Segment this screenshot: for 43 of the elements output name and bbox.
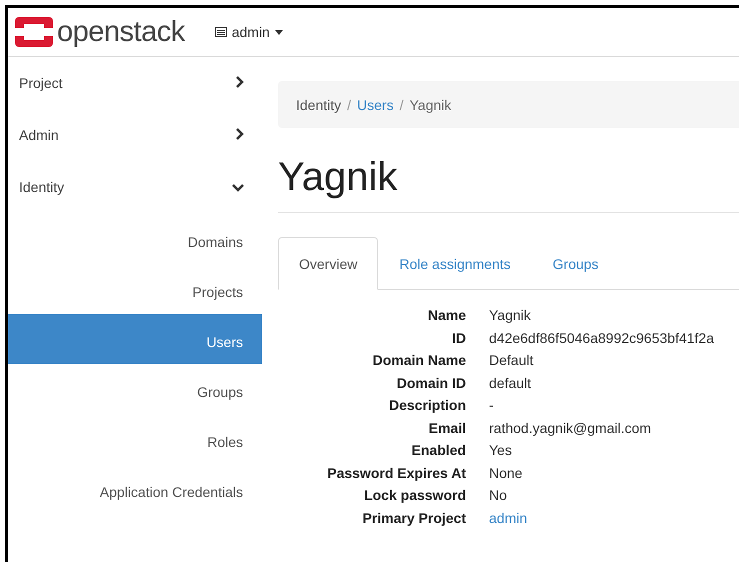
detail-label: Domain Name (372, 352, 466, 368)
breadcrumb-item: Yagnik (409, 96, 452, 112)
tab[interactable]: Groups (532, 237, 620, 290)
detail-value: default (489, 374, 532, 390)
nav-item[interactable]: Users (8, 314, 262, 364)
tab[interactable]: Overview (278, 237, 378, 290)
detail-value: Default (489, 352, 534, 368)
tab[interactable]: Role assignments (378, 237, 532, 290)
page-title: Yagnik (278, 154, 739, 213)
detail-label: Lock password (364, 487, 466, 503)
nav-item[interactable]: Projects (8, 264, 262, 314)
breadcrumb-item: Identity (296, 96, 342, 112)
logo-icon (15, 17, 53, 47)
detail-label: Email (428, 420, 466, 436)
nav-section[interactable]: Project (8, 65, 262, 117)
project-menu[interactable]: admin (214, 24, 283, 40)
detail-label: Domain ID (396, 374, 466, 390)
detail-label: ID (452, 330, 466, 346)
nav-section[interactable]: Identity (8, 169, 262, 214)
detail-value: rathod.yagnik@gmail.com (489, 420, 652, 436)
detail-value: No (489, 487, 507, 503)
detail-label: Description (388, 397, 466, 413)
breadcrumb-separator: / (400, 96, 404, 112)
detail-label: Enabled (412, 442, 466, 458)
nav-section[interactable]: Admin (8, 117, 262, 169)
detail-value: Yes (489, 442, 512, 458)
breadcrumb-separator: / (347, 96, 352, 112)
detail-value: None (489, 464, 522, 480)
breadcrumb-link[interactable]: Users (357, 96, 394, 112)
nav-item[interactable]: Roles (8, 414, 262, 464)
detail-value: d42e6df86f5046a8992c9653bf41f2a (489, 330, 714, 346)
detail-label: Name (428, 307, 466, 323)
detail-value: Yagnik (489, 307, 531, 323)
detail-value: - (489, 397, 494, 413)
nav-item[interactable]: Groups (8, 364, 262, 414)
caret-icon (274, 30, 283, 34)
nav-item[interactable]: Domains (8, 214, 262, 264)
detail-link[interactable]: admin (489, 510, 528, 526)
detail-label: Primary Project (362, 510, 466, 526)
nav-item[interactable]: Application Credentials (8, 464, 262, 514)
brand-name: openstack (57, 18, 185, 46)
detail-label: Password Expires At (327, 464, 466, 480)
project-icon (214, 27, 227, 37)
